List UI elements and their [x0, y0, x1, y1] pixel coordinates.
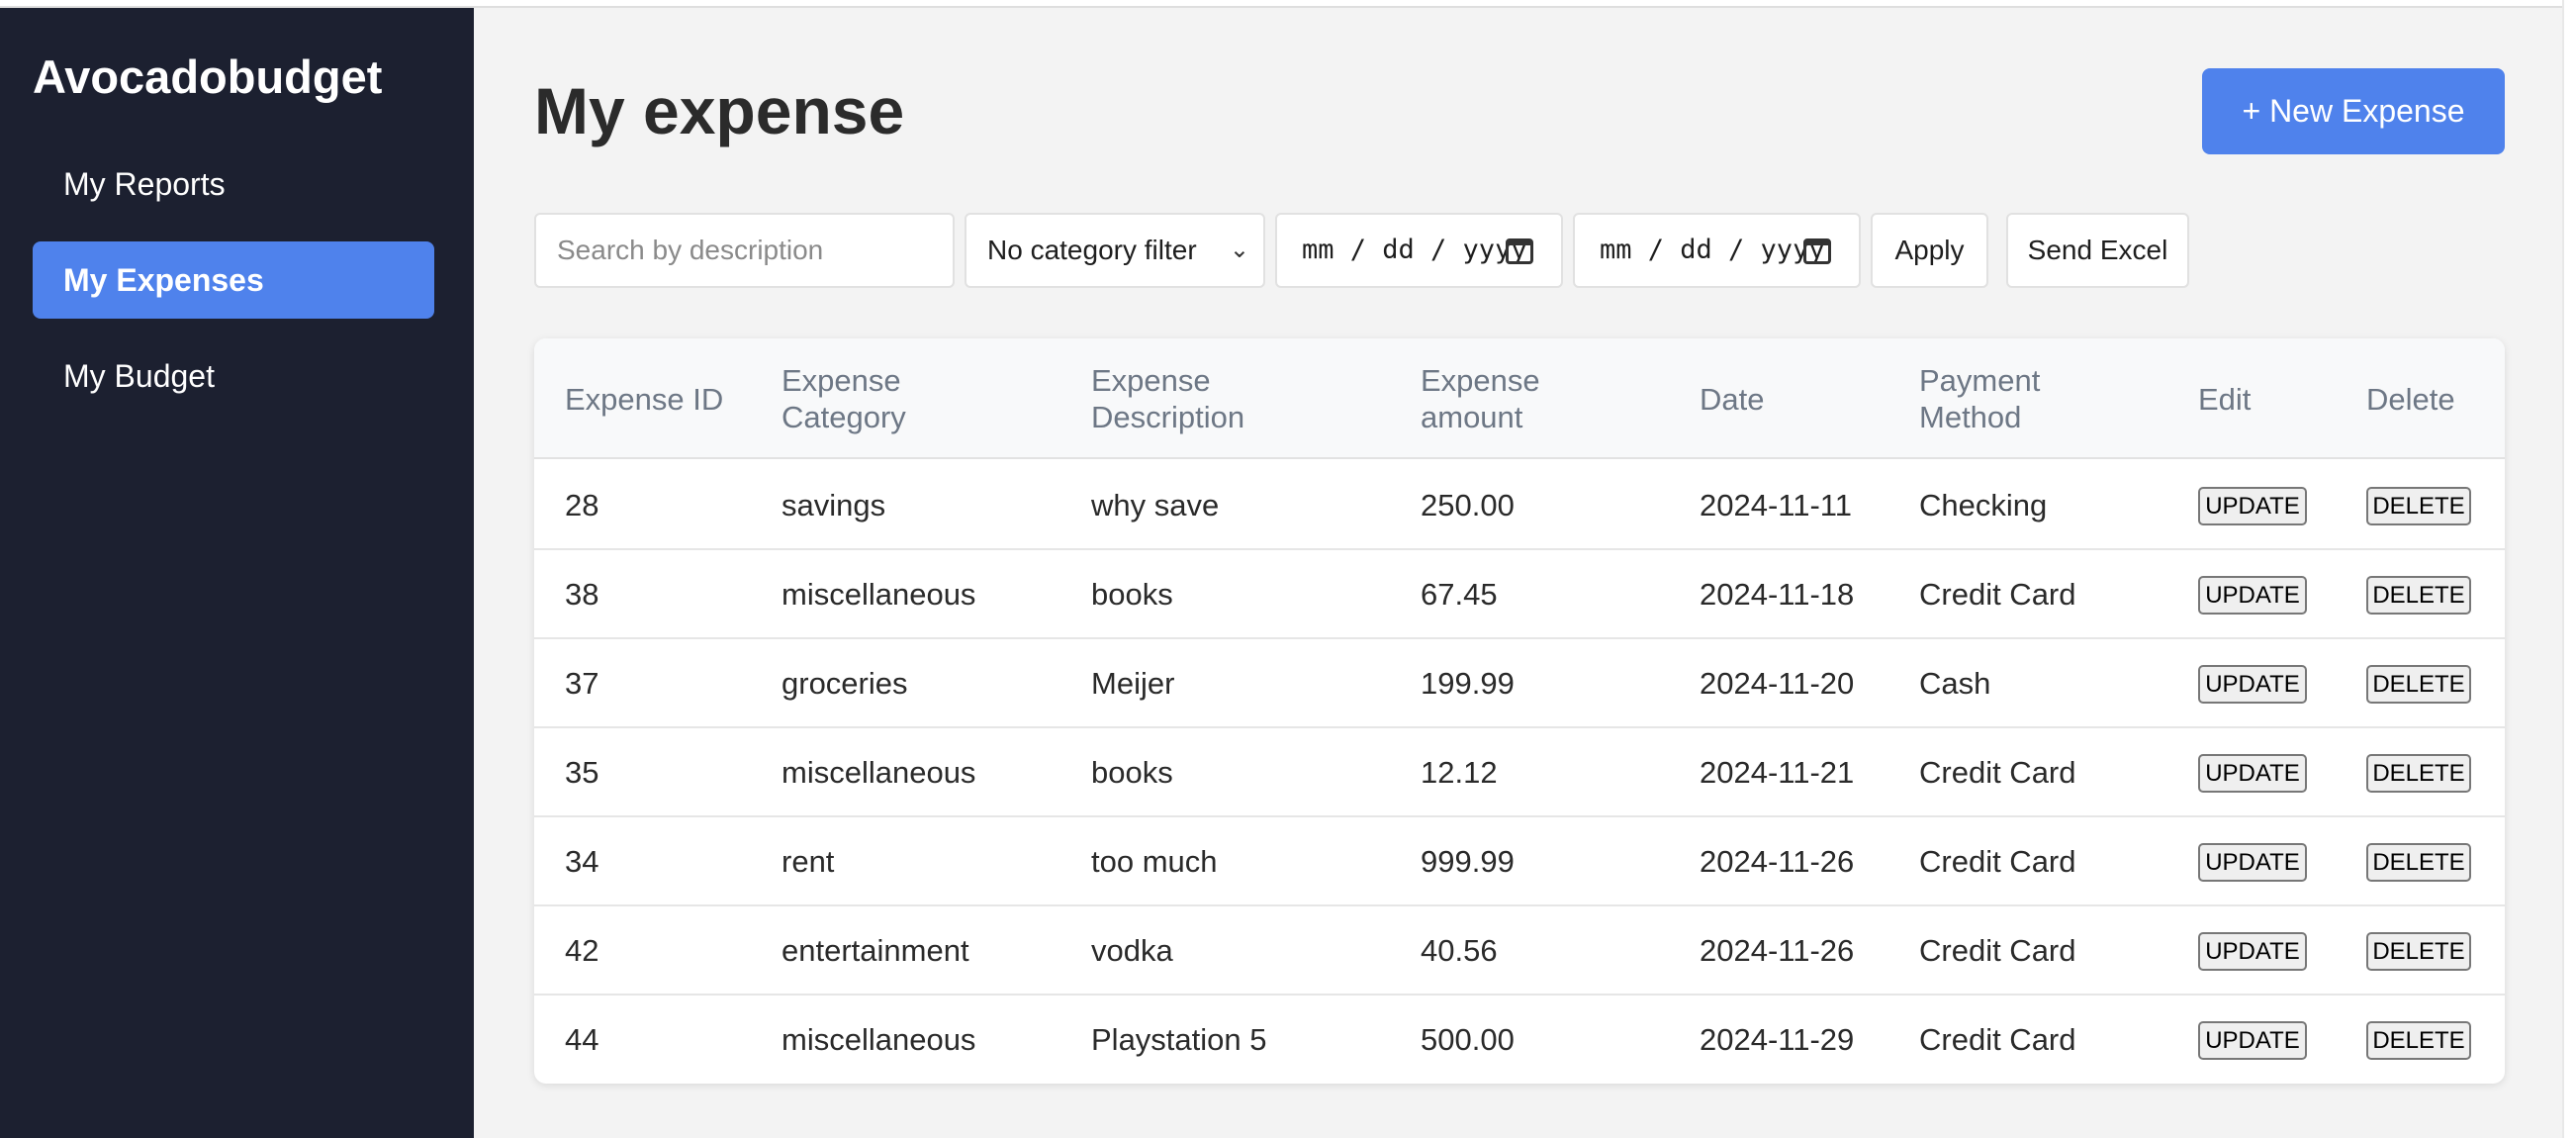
expenses-table: Expense ID Expense Category Expense Desc…: [534, 338, 2505, 1084]
cell-payment-method: Credit Card: [1919, 1022, 2076, 1057]
table-row: 37 groceries Meijer 199.99 2024-11-20 Cash UPD…: [534, 639, 2505, 728]
table-row: 44 miscellaneous Playstation 5 500.00 2024-1…: [534, 996, 2505, 1084]
update-button[interactable]: UPDATE: [2198, 843, 2307, 882]
update-button[interactable]: UPDATE: [2198, 665, 2307, 704]
update-button[interactable]: UPDATE: [2198, 754, 2307, 793]
cell-expense-description: why save: [1091, 488, 1220, 522]
cell-expense-description: Playstation 5: [1091, 1022, 1267, 1057]
cell-payment-method: Credit Card: [1919, 577, 2076, 612]
cell-expense-category: rent: [782, 844, 835, 879]
header-delete: Delete: [2366, 381, 2455, 417]
cell-date: 2024-11-18: [1700, 577, 1855, 612]
cell-expense-description: Meijer: [1091, 666, 1175, 701]
delete-button[interactable]: DELETE: [2366, 932, 2471, 971]
apply-button[interactable]: Apply: [1871, 213, 1988, 288]
update-button[interactable]: UPDATE: [2198, 487, 2307, 525]
cell-expense-category: entertainment: [782, 933, 969, 968]
cell-expense-id: 44: [565, 1022, 599, 1057]
cell-date: 2024-11-26: [1700, 933, 1855, 968]
header-date: Date: [1700, 381, 1765, 417]
header-expense-id: Expense ID: [565, 381, 724, 417]
send-excel-button[interactable]: Send Excel: [2006, 213, 2189, 288]
header-edit: Edit: [2198, 381, 2252, 417]
cell-payment-method: Checking: [1919, 488, 2048, 522]
page-title: My expense: [534, 74, 905, 147]
cell-date: 2024-11-26: [1700, 844, 1855, 879]
update-button[interactable]: UPDATE: [2198, 932, 2307, 971]
date-to-value: mm / dd / yyyy: [1600, 235, 1825, 265]
table-header: Expense ID Expense Category Expense Desc…: [534, 338, 2505, 459]
table-row: 34 rent too much 999.99 2024-11-26 Credit Car…: [534, 817, 2505, 906]
cell-expense-amount: 12.12: [1421, 755, 1498, 790]
date-to-input[interactable]: mm / dd / yyyy: [1573, 213, 1861, 288]
sidebar-item-my-expenses[interactable]: My Expenses: [33, 241, 434, 319]
category-filter-select[interactable]: No category filter ⌄: [965, 213, 1265, 288]
cell-expense-category: savings: [782, 488, 886, 522]
cell-expense-description: too much: [1091, 844, 1218, 879]
cell-date: 2024-11-11: [1700, 488, 1852, 522]
update-button[interactable]: UPDATE: [2198, 576, 2307, 615]
cell-expense-id: 38: [565, 577, 599, 612]
cell-date: 2024-11-20: [1700, 666, 1855, 701]
cell-expense-id: 28: [565, 488, 599, 522]
table-row: 35 miscellaneous books 12.12 2024-11-21 Credi…: [534, 728, 2505, 817]
cell-payment-method: Credit Card: [1919, 844, 2076, 879]
date-from-value: mm / dd / yyyy: [1302, 235, 1527, 265]
cell-expense-amount: 999.99: [1421, 844, 1515, 879]
delete-button[interactable]: DELETE: [2366, 754, 2471, 793]
chevron-down-icon: ⌄: [1229, 237, 1249, 263]
cell-date: 2024-11-29: [1700, 1022, 1855, 1057]
calendar-icon[interactable]: [1506, 238, 1533, 264]
delete-button[interactable]: DELETE: [2366, 843, 2471, 882]
cell-payment-method: Cash: [1919, 666, 1991, 701]
cell-date: 2024-11-21: [1700, 755, 1855, 790]
update-button[interactable]: UPDATE: [2198, 1021, 2307, 1060]
calendar-icon[interactable]: [1803, 238, 1831, 264]
date-from-input[interactable]: mm / dd / yyyy: [1275, 213, 1563, 288]
table-row: 38 miscellaneous books 67.45 2024-11-18 Credi…: [534, 550, 2505, 639]
cell-expense-amount: 250.00: [1421, 488, 1515, 522]
delete-button[interactable]: DELETE: [2366, 1021, 2471, 1060]
cell-expense-amount: 199.99: [1421, 666, 1515, 701]
delete-button[interactable]: DELETE: [2366, 665, 2471, 704]
sidebar-item-my-budget[interactable]: My Budget: [33, 337, 434, 415]
cell-expense-description: vodka: [1091, 933, 1173, 968]
header-expense-category: Expense Category: [782, 363, 906, 434]
cell-expense-id: 37: [565, 666, 599, 701]
cell-expense-amount: 40.56: [1421, 933, 1498, 968]
cell-expense-id: 34: [565, 844, 599, 879]
cell-payment-method: Credit Card: [1919, 933, 2076, 968]
cell-payment-method: Credit Card: [1919, 755, 2076, 790]
search-input[interactable]: Search by description: [534, 213, 955, 288]
cell-expense-amount: 500.00: [1421, 1022, 1515, 1057]
main-content: My expense + New Expense Search by descr…: [474, 8, 2562, 1138]
window-top-border: [0, 0, 2562, 8]
cell-expense-amount: 67.45: [1421, 577, 1498, 612]
delete-button[interactable]: DELETE: [2366, 487, 2471, 525]
cell-expense-id: 42: [565, 933, 599, 968]
app-brand: Avocadobudget: [33, 50, 383, 103]
window-edge: [2562, 0, 2576, 1138]
cell-expense-id: 35: [565, 755, 599, 790]
cell-expense-category: groceries: [782, 666, 908, 701]
table-row: 28 savings why save 250.00 2024-11-11 Checkin…: [534, 461, 2505, 550]
cell-expense-category: miscellaneous: [782, 755, 976, 790]
cell-expense-description: books: [1091, 755, 1173, 790]
new-expense-button[interactable]: + New Expense: [2202, 68, 2505, 154]
cell-expense-category: miscellaneous: [782, 577, 976, 612]
sidebar-item-my-reports[interactable]: My Reports: [33, 145, 434, 223]
category-filter-value: No category filter: [987, 235, 1197, 265]
delete-button[interactable]: DELETE: [2366, 576, 2471, 615]
header-expense-description: Expense Description: [1091, 363, 1245, 434]
header-payment-method: Payment Method: [1919, 363, 2041, 434]
cell-expense-category: miscellaneous: [782, 1022, 976, 1057]
sidebar: Avocadobudget My Reports My Expenses My …: [0, 8, 474, 1138]
header-expense-amount: Expense amount: [1421, 363, 1540, 434]
table-row: 42 entertainment vodka 40.56 2024-11-26 Credi…: [534, 906, 2505, 996]
cell-expense-description: books: [1091, 577, 1173, 612]
